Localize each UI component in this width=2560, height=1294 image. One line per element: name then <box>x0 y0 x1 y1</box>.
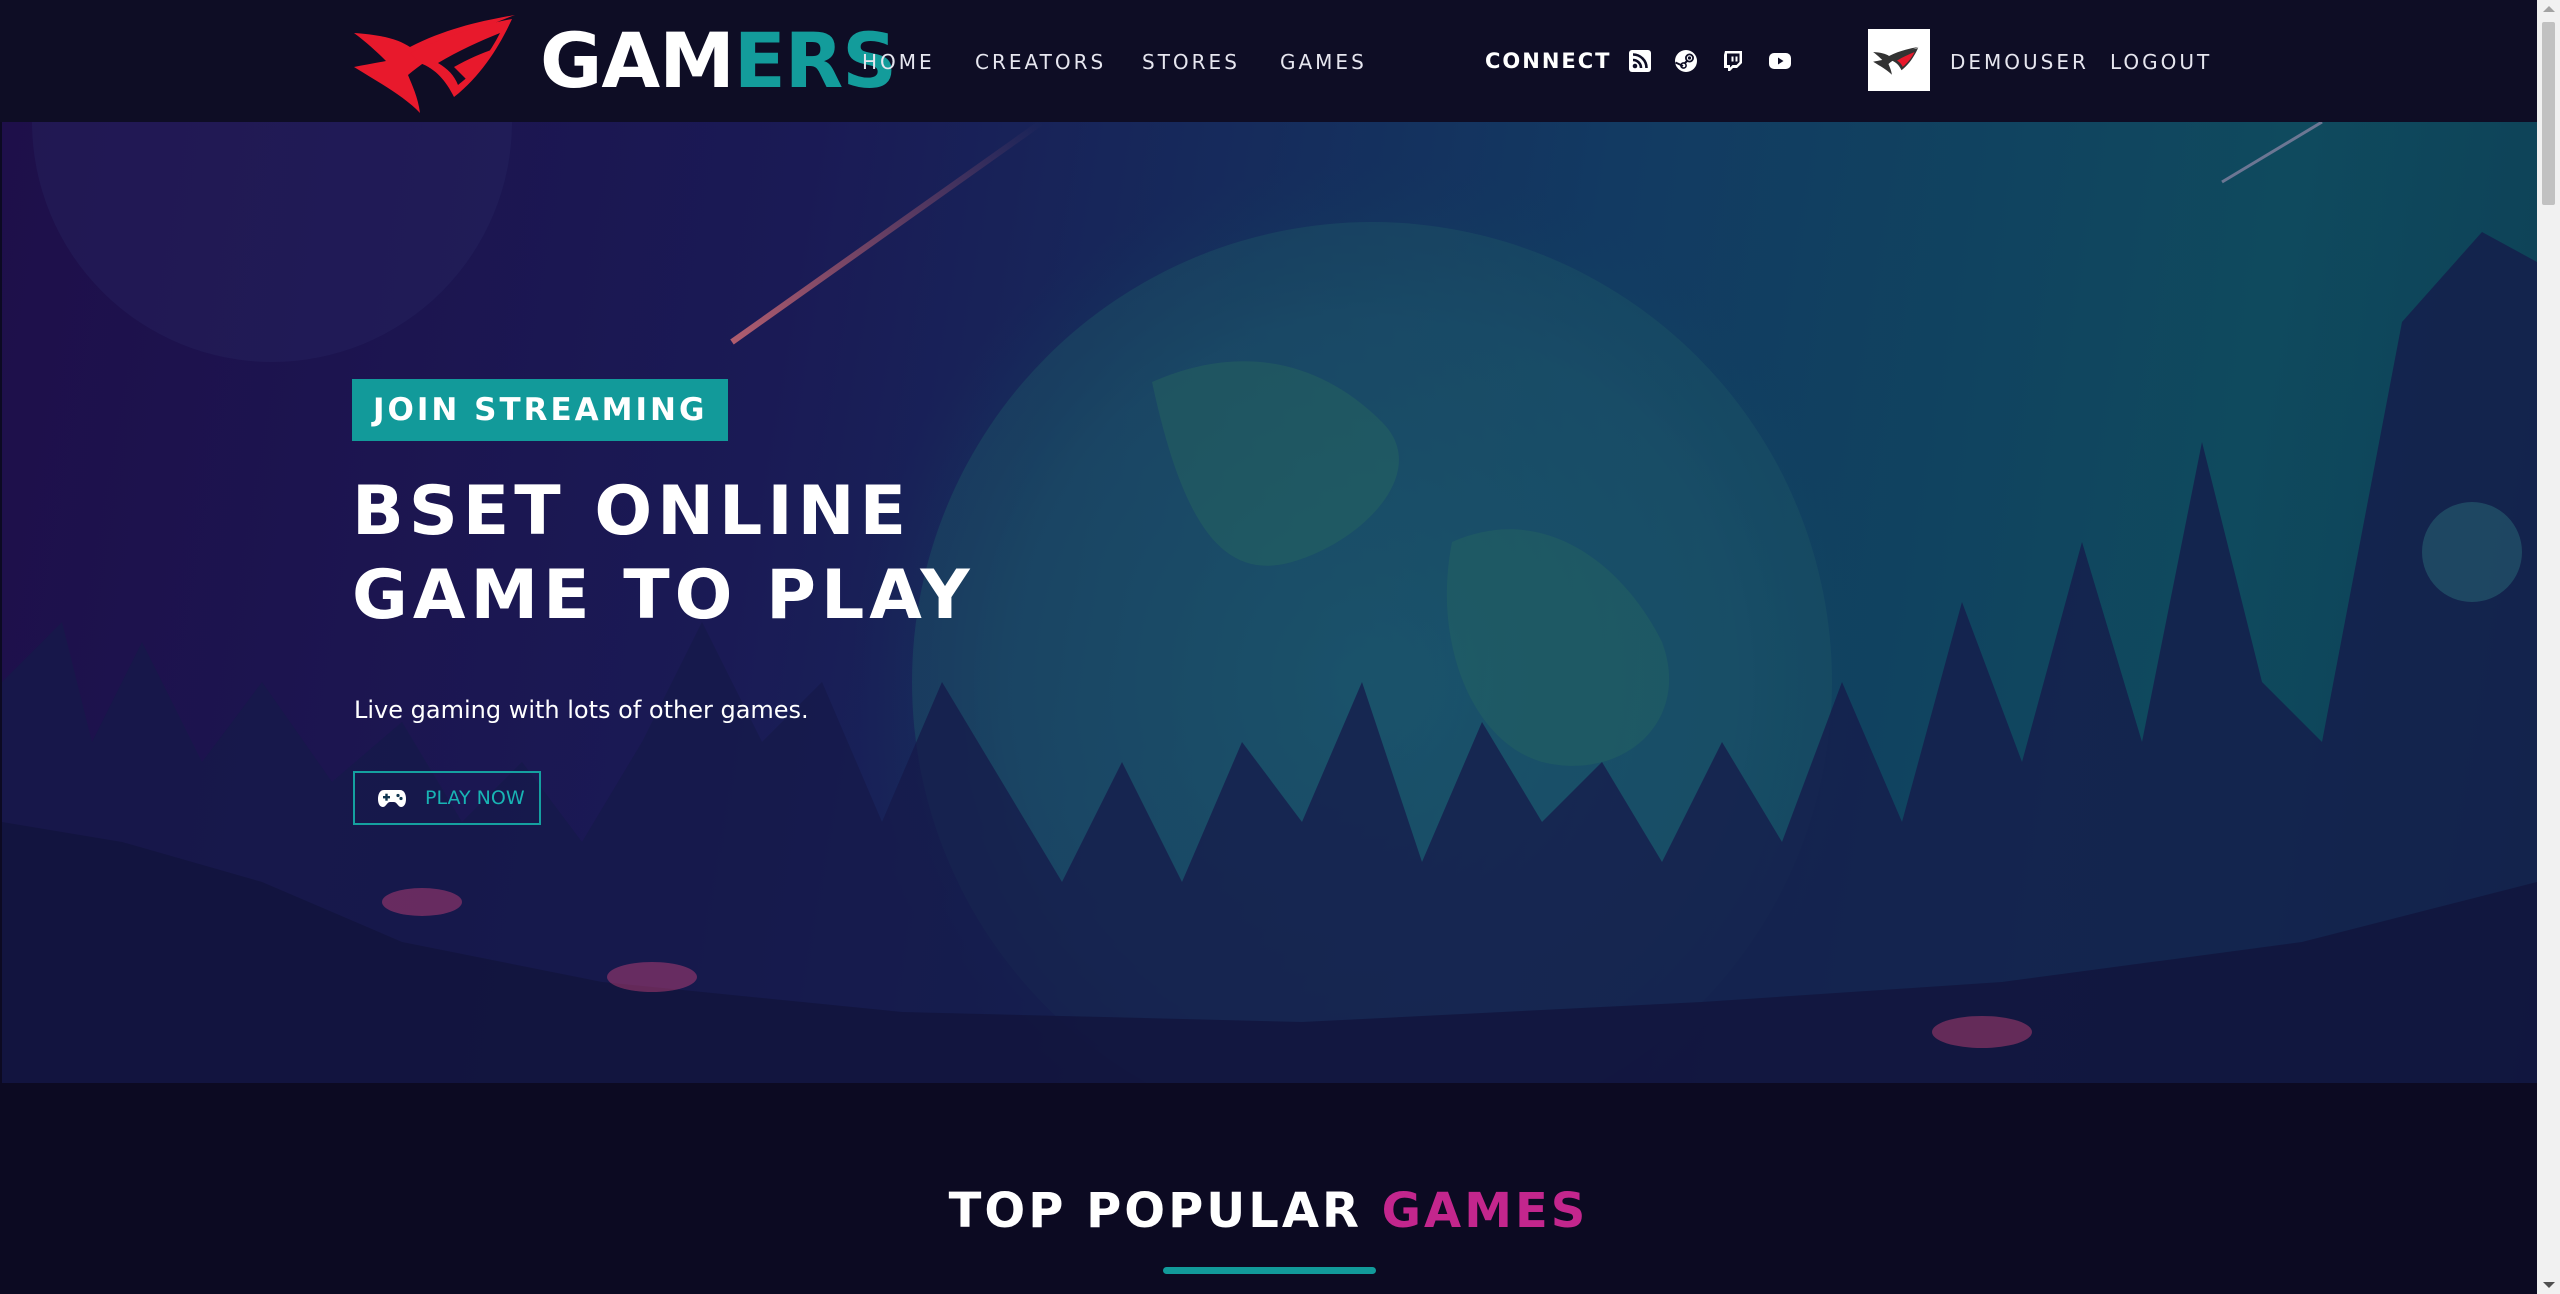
play-now-label: PLAY NOW <box>425 787 525 809</box>
hero-subtitle: Live gaming with lots of other games. <box>354 696 809 724</box>
rss-icon[interactable] <box>1628 49 1652 73</box>
hero-title-line-2: GAME TO PLAY <box>352 556 975 635</box>
user-name[interactable]: DEMOUSER <box>1950 50 2089 74</box>
avatar-logo-icon <box>1873 46 1919 75</box>
scroll-down-arrow[interactable] <box>2543 1282 2555 1288</box>
nav-stores[interactable]: STORES <box>1142 50 1240 74</box>
user-avatar[interactable] <box>1868 29 1930 91</box>
popular-games-section: TOP POPULAR GAMES <box>0 1083 2537 1294</box>
connect-label: CONNECT <box>1485 49 1612 73</box>
hero-title-line-1: BSET ONLINE <box>352 472 912 551</box>
hero-banner: JOIN STREAMING BSET ONLINE GAME TO PLAY … <box>2 122 2537 1083</box>
section-title-main: TOP POPULAR <box>948 1183 1382 1239</box>
steam-icon[interactable] <box>1674 49 1698 73</box>
page: GAM ERS HOME CREATORS STORES GAMES CONNEC… <box>0 0 2537 1294</box>
nav-games[interactable]: GAMES <box>1280 50 1367 74</box>
section-title-accent: GAMES <box>1381 1183 1589 1239</box>
youtube-icon[interactable] <box>1768 49 1792 73</box>
page-scrollbar[interactable] <box>2537 0 2560 1294</box>
section-title: TOP POPULAR GAMES <box>0 1183 2537 1239</box>
logo-wordmark: GAM ERS <box>540 16 897 105</box>
logout-link[interactable]: LOGOUT <box>2110 50 2212 74</box>
logo-text-white: GAM <box>540 16 735 105</box>
scroll-thumb[interactable] <box>2542 22 2555 205</box>
nav-home[interactable]: HOME <box>862 50 935 74</box>
scroll-up-arrow[interactable] <box>2543 6 2555 12</box>
section-underline <box>1163 1267 1376 1274</box>
join-streaming-tag: JOIN STREAMING <box>352 379 729 441</box>
play-now-button[interactable]: PLAY NOW <box>353 771 541 825</box>
gamepad-icon <box>378 790 406 807</box>
site-header: GAM ERS HOME CREATORS STORES GAMES CONNEC… <box>0 0 2537 122</box>
site-logo[interactable]: GAM ERS <box>350 5 897 117</box>
nav-creators[interactable]: CREATORS <box>975 50 1106 74</box>
twitch-icon[interactable] <box>1721 49 1745 73</box>
hero-title: BSET ONLINE GAME TO PLAY <box>352 470 1052 638</box>
rog-eye-icon <box>354 15 515 113</box>
